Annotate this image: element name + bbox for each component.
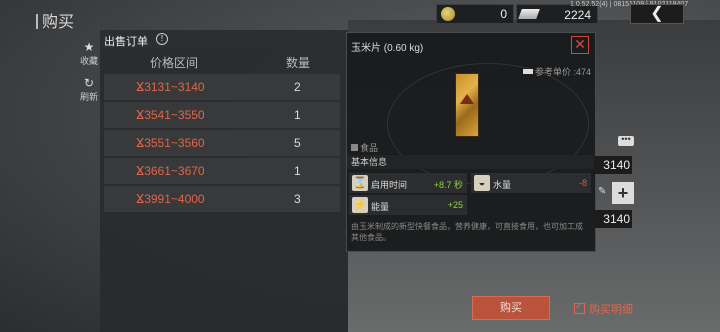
col-price-header: 价格区间 — [150, 56, 199, 70]
refresh-icon: ↻ — [83, 76, 95, 90]
purchase-details-toggle[interactable]: 购买明细 — [574, 301, 633, 317]
stat-value: +8.7 秒 — [433, 180, 463, 190]
order-row[interactable]: ⴴ3991~4000 3 — [104, 186, 340, 212]
page-title-text: 购买 — [42, 14, 75, 31]
order-price: ⴴ3991~4000 — [136, 192, 205, 206]
item-name: 玉米片 (0.60 kg) — [351, 43, 424, 54]
increase-button[interactable]: + — [612, 182, 634, 204]
sell-orders-panel: 出售订单 ! 价格区间 数量 ⴴ3131~3140 2 ⴴ3541~3550 1… — [100, 30, 348, 332]
sell-orders-title: 出售订单 — [104, 36, 148, 48]
order-qty: 1 — [294, 164, 301, 178]
silver-bar-icon — [523, 69, 533, 74]
stat-water: ◒ 水量 -8 — [471, 173, 591, 193]
food-icon — [351, 144, 358, 151]
water-drop-icon: ◒ — [474, 175, 490, 191]
item-category-text: 食品 — [360, 143, 379, 153]
silver-value: 2224 — [564, 8, 591, 22]
close-button[interactable]: ✕ — [571, 36, 589, 54]
top-bar: 购买 0 2224 1.0.52.52(4) | 08151109 | 9102… — [0, 0, 720, 32]
purchase-details-label: 购买明细 — [589, 304, 633, 316]
reference-price-text: 参考单价 :474 — [535, 67, 592, 77]
item-description: 由玉米制成的新型快餐食品，营养健康，可直接食用，也可加工成其他食品。 — [351, 222, 583, 242]
unit-price-field[interactable]: 3140 — [594, 156, 632, 174]
order-price: ⴴ3551~3560 — [136, 136, 205, 150]
order-qty: 2 — [294, 80, 301, 94]
logo-triangle — [460, 94, 474, 104]
sell-orders-header: 出售订单 ! — [100, 30, 348, 48]
item-detail-popup: 玉米片 (0.60 kg) ✕ 参考单价 :474 食品 基本信息 ⌛ 启用时间… — [346, 32, 596, 252]
back-button[interactable]: ❮ — [630, 4, 684, 24]
stat-label: 能量 — [371, 202, 390, 212]
edit-icon[interactable]: ✎ — [598, 186, 606, 197]
buy-button[interactable]: 购买 — [472, 296, 550, 320]
order-price: ⴴ3131~3140 — [136, 80, 205, 94]
refresh-label: 刷新 — [79, 92, 98, 102]
star-icon: ★ — [83, 40, 95, 54]
corn-flakes-item-image — [455, 73, 479, 137]
info-icon[interactable]: ! — [156, 33, 168, 45]
basic-info-header: 基本信息 — [347, 155, 595, 169]
refresh-button[interactable]: ↻ 刷新 — [78, 76, 100, 103]
order-price: ⴴ3661~3670 — [136, 164, 205, 178]
hourglass-icon: ⌛ — [352, 175, 368, 191]
order-qty: 1 — [294, 108, 301, 122]
coin-value: 0 — [500, 7, 507, 21]
reference-price: 参考单价 :474 — [523, 65, 591, 78]
more-options-button[interactable]: ••• — [618, 135, 634, 146]
item-category: 食品 — [351, 141, 378, 154]
order-row[interactable]: ⴴ3131~3140 2 — [104, 74, 340, 100]
order-qty: 3 — [294, 192, 301, 206]
coin-balance: 0 — [436, 4, 514, 24]
order-price: ⴴ3541~3550 — [136, 108, 205, 122]
order-row[interactable]: ⴴ3661~3670 1 — [104, 158, 340, 184]
stat-use-time: ⌛ 启用时间 +8.7 秒 — [349, 173, 467, 193]
favorite-label: 收藏 — [79, 56, 98, 66]
page-title[interactable]: 购买 — [36, 8, 74, 32]
silver-bar-icon — [518, 9, 540, 19]
order-qty: 5 — [294, 136, 301, 150]
stat-value: +25 — [447, 200, 463, 210]
energy-icon: ⚡ — [352, 197, 368, 213]
stat-value: -8 — [578, 178, 587, 188]
stat-label: 启用时间 — [371, 180, 408, 190]
stat-energy: ⚡ 能量 +25 — [349, 195, 467, 215]
checkbox-icon[interactable] — [574, 301, 585, 314]
gold-coin-icon — [441, 7, 455, 21]
total-price-field: 3140 — [594, 210, 632, 228]
order-row[interactable]: ⴴ3541~3550 1 — [104, 102, 340, 128]
order-row[interactable]: ⴴ3551~3560 5 — [104, 130, 340, 156]
col-qty-header: 数量 — [286, 56, 311, 70]
favorite-button[interactable]: ★ 收藏 — [78, 40, 100, 67]
stat-label: 水量 — [493, 180, 512, 190]
